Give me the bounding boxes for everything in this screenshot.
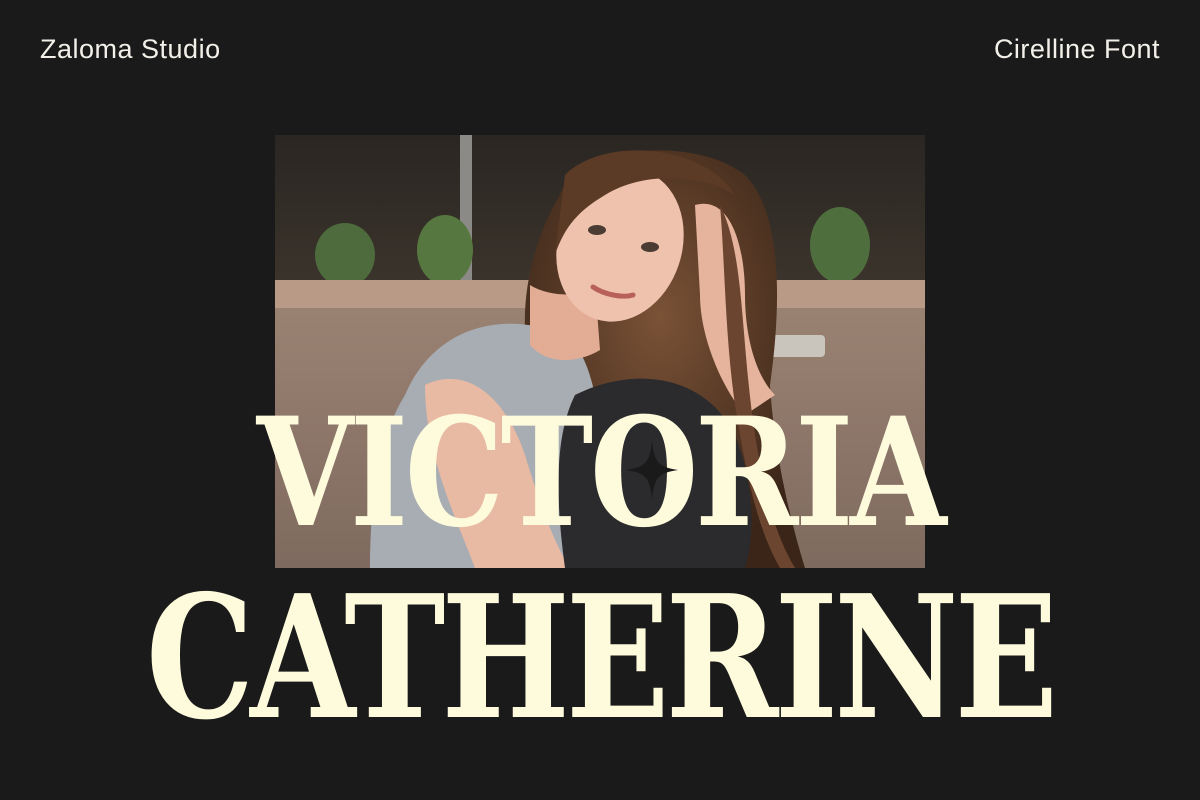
display-word-victoria: VICTORIA bbox=[256, 385, 947, 561]
font-name: Cirelline Font bbox=[993, 34, 1160, 64]
four-point-star-icon bbox=[626, 440, 678, 500]
display-word-catherine: CATHERINE bbox=[145, 558, 1058, 758]
studio-name: Zaloma Studio bbox=[40, 34, 221, 64]
font-specimen-poster: Zaloma Studio Cirelline Font VICTORIA CA… bbox=[0, 0, 1200, 800]
